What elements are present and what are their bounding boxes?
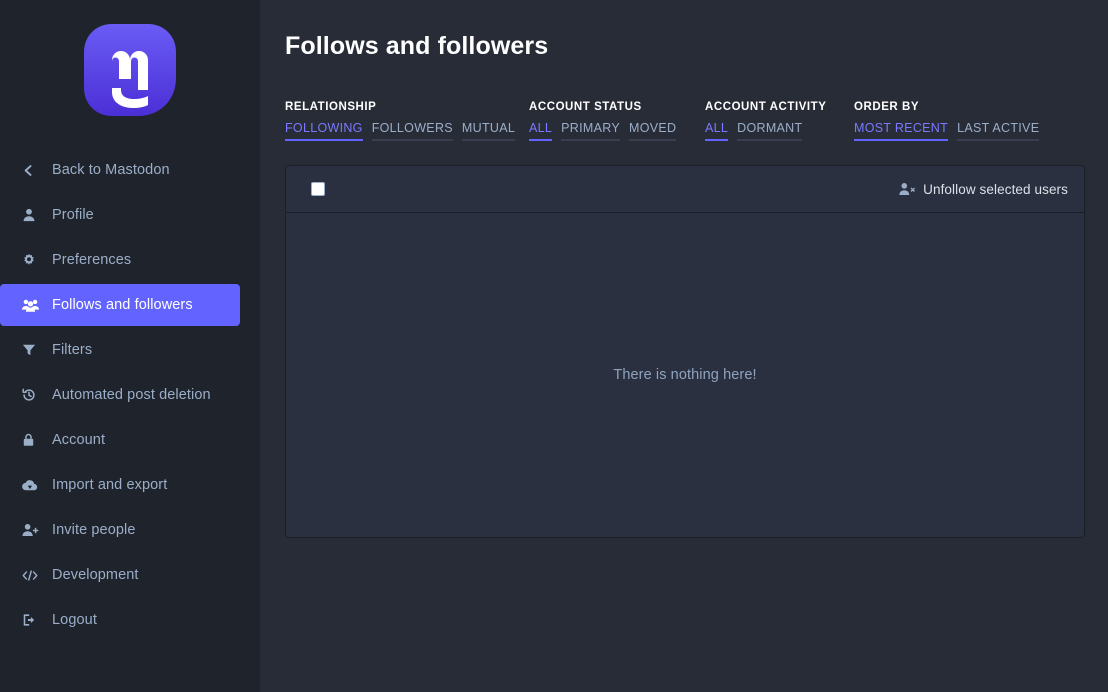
filter-option-mutual[interactable]: MUTUAL	[461, 121, 516, 141]
filter-links: ALL PRIMARY MOVED	[529, 121, 677, 141]
filter-group-title: ACCOUNT ACTIVITY	[705, 101, 827, 113]
user-remove-icon	[899, 182, 916, 196]
filter-option-status-all[interactable]: ALL	[529, 121, 553, 141]
sidebar-item-label: Development	[52, 566, 139, 583]
person-plus-icon	[22, 523, 44, 537]
sidebar-item-filters[interactable]: Filters	[0, 329, 260, 371]
settings-page: Back to Mastodon Profile Preferences Fol…	[0, 0, 1108, 692]
filter-group-order-by: ORDER BY MOST RECENT LAST ACTIVE	[854, 101, 1074, 141]
filter-links: ALL DORMANT	[705, 121, 810, 141]
filter-option-activity-all[interactable]: ALL	[705, 121, 729, 141]
logout-icon	[22, 613, 44, 627]
person-icon	[22, 208, 44, 222]
logo-container	[0, 0, 260, 140]
sidebar-item-label: Preferences	[52, 251, 132, 268]
sidebar-item-development[interactable]: Development	[0, 554, 260, 596]
users-group-icon	[22, 298, 44, 312]
sidebar-item-account[interactable]: Account	[0, 419, 260, 461]
filter-group-relationship: RELATIONSHIP FOLLOWING FOLLOWERS MUTUAL	[285, 101, 516, 141]
unfollow-button-label: Unfollow selected users	[923, 181, 1068, 197]
sidebar-item-preferences[interactable]: Preferences	[0, 239, 260, 281]
filter-option-most-recent[interactable]: MOST RECENT	[854, 121, 949, 141]
accounts-panel: Unfollow selected users There is nothing…	[285, 165, 1085, 538]
sidebar-item-label: Profile	[52, 206, 94, 223]
filter-group-account-activity: ACCOUNT ACTIVITY ALL DORMANT	[705, 101, 827, 141]
filter-group-title: ACCOUNT STATUS	[529, 101, 642, 113]
page-title: Follows and followers	[285, 32, 549, 60]
filter-option-last-active[interactable]: LAST ACTIVE	[957, 121, 1040, 141]
lock-icon	[22, 433, 44, 447]
sidebar-item-back-to-mastodon[interactable]: Back to Mastodon	[0, 149, 260, 191]
funnel-icon	[22, 343, 44, 357]
filter-option-following[interactable]: FOLLOWING	[285, 121, 363, 141]
sidebar-nav: Back to Mastodon Profile Preferences Fol…	[0, 140, 260, 641]
sidebar-item-label: Automated post deletion	[52, 386, 211, 403]
filter-option-moved[interactable]: MOVED	[628, 121, 677, 141]
sidebar-item-label: Back to Mastodon	[52, 161, 170, 178]
empty-state-message: There is nothing here!	[613, 367, 757, 383]
chevron-left-icon	[22, 164, 44, 177]
unfollow-selected-users-button[interactable]: Unfollow selected users	[899, 182, 1068, 197]
code-icon	[22, 569, 44, 582]
sidebar-item-profile[interactable]: Profile	[0, 194, 260, 236]
select-all-checkbox[interactable]	[311, 182, 325, 196]
accounts-panel-header: Unfollow selected users	[286, 166, 1084, 213]
cloud-download-icon	[22, 479, 44, 492]
gear-icon	[22, 253, 44, 267]
filter-group-title: RELATIONSHIP	[285, 101, 377, 113]
filter-bar: RELATIONSHIP FOLLOWING FOLLOWERS MUTUAL …	[285, 101, 1084, 141]
accounts-panel-body: There is nothing here!	[286, 213, 1084, 537]
sidebar-item-import-and-export[interactable]: Import and export	[0, 464, 260, 506]
sidebar-item-logout[interactable]: Logout	[0, 599, 260, 641]
sidebar-item-follows-and-followers[interactable]: Follows and followers	[0, 284, 240, 326]
sidebar-item-label: Account	[52, 431, 106, 448]
filter-links: MOST RECENT LAST ACTIVE	[854, 121, 1074, 141]
filter-group-account-status: ACCOUNT STATUS ALL PRIMARY MOVED	[529, 101, 677, 141]
sidebar: Back to Mastodon Profile Preferences Fol…	[0, 0, 260, 692]
sidebar-item-label: Filters	[52, 341, 93, 358]
sidebar-item-invite-people[interactable]: Invite people	[0, 509, 260, 551]
filter-option-primary[interactable]: PRIMARY	[561, 121, 620, 141]
filter-links: FOLLOWING FOLLOWERS MUTUAL	[285, 121, 516, 141]
filter-group-title: ORDER BY	[854, 101, 920, 113]
sidebar-item-label: Logout	[52, 611, 97, 628]
filter-option-dormant[interactable]: DORMANT	[737, 121, 803, 141]
sidebar-item-label: Follows and followers	[52, 296, 193, 313]
sidebar-item-label: Import and export	[52, 476, 168, 493]
main-content: Follows and followers RELATIONSHIP FOLLO…	[260, 0, 1108, 692]
history-icon	[22, 388, 44, 402]
sidebar-item-label: Invite people	[52, 521, 136, 538]
sidebar-item-automated-post-deletion[interactable]: Automated post deletion	[0, 374, 260, 416]
filter-option-followers[interactable]: FOLLOWERS	[371, 121, 453, 141]
mastodon-logo	[82, 22, 178, 118]
